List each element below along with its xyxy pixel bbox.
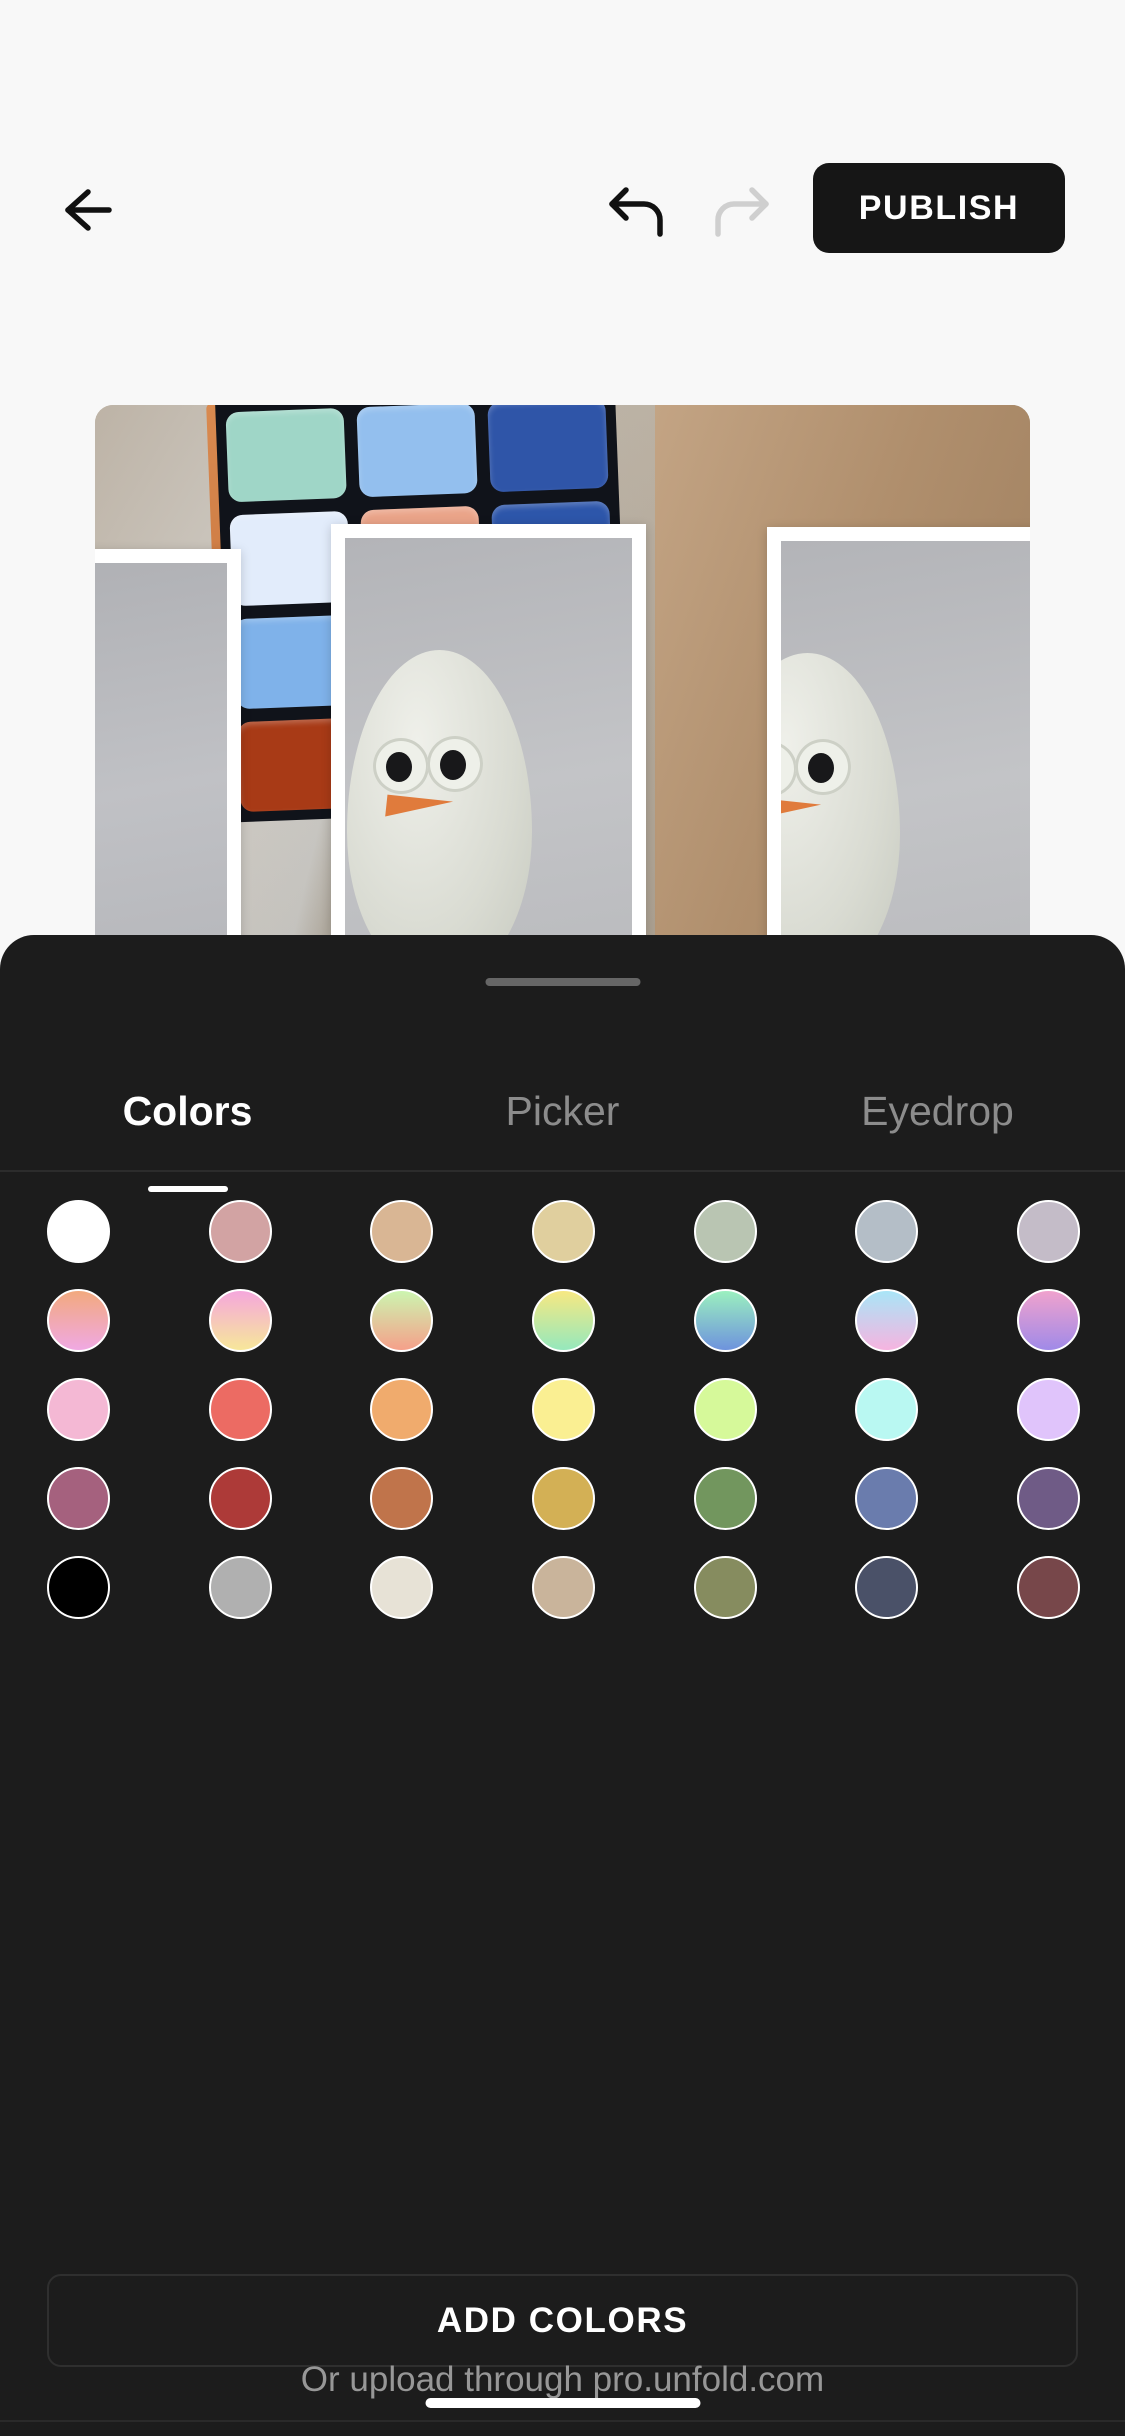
bird-figurine-2 xyxy=(781,623,945,985)
editor-header: PUBLISH xyxy=(0,0,1125,300)
color-swatch-dark-maroon[interactable] xyxy=(1016,1556,1080,1619)
color-swatch-lilac-gray[interactable] xyxy=(1016,1200,1080,1263)
bird-pupil-right xyxy=(440,750,466,780)
color-swatch-light-purple[interactable] xyxy=(1016,1378,1080,1441)
color-swatch-pastel-pink[interactable] xyxy=(47,1378,110,1441)
polaroid-frame-3[interactable] xyxy=(767,527,1030,985)
upload-note: Or upload through pro.unfold.com xyxy=(300,2360,825,2399)
color-swatch-black[interactable] xyxy=(47,1556,110,1619)
sheet-tab-bar: Colors Picker Eyedrop xyxy=(0,1055,1125,1168)
swatch-row xyxy=(47,1378,1080,1441)
swatch-row xyxy=(47,1467,1080,1530)
polaroid-photo-2 xyxy=(345,538,632,985)
polaroid-photo-3 xyxy=(781,541,1030,985)
cube-tile xyxy=(487,405,609,493)
color-swatch-coral-red[interactable] xyxy=(208,1378,272,1441)
add-colors-label: ADD COLORS xyxy=(436,2300,689,2340)
color-swatch-slate-blue[interactable] xyxy=(855,1467,919,1530)
color-swatch-tan[interactable] xyxy=(370,1200,434,1263)
bird-eye-left xyxy=(373,738,429,794)
tab-divider xyxy=(0,1170,1125,1172)
story-canvas-preview[interactable] xyxy=(95,405,1030,985)
polaroid-photo-1 xyxy=(95,563,227,971)
color-swatch-pastel-yellow[interactable] xyxy=(531,1378,595,1441)
color-swatch-orange[interactable] xyxy=(370,1378,434,1441)
bird-eye-right xyxy=(427,736,483,792)
header-back-button[interactable] xyxy=(62,175,152,245)
publish-button[interactable]: PUBLISH xyxy=(813,163,1065,253)
tab-label: Eyedrop xyxy=(861,1088,1014,1134)
cube-tile xyxy=(356,405,478,498)
color-swatch-wheat[interactable] xyxy=(531,1200,595,1263)
bird-pupil-right-2 xyxy=(808,753,834,783)
bird-figurine xyxy=(347,620,577,985)
bird-eye-right-2 xyxy=(795,739,851,795)
color-swatch-mint-blue-gradient[interactable] xyxy=(693,1289,757,1352)
add-colors-button[interactable]: ADD COLORS xyxy=(47,2274,1078,2367)
color-swatch-gold[interactable] xyxy=(531,1467,595,1530)
sheet-bottom-bar: BACKGROUND COLOR xyxy=(0,2420,1125,2436)
color-swatch-terracotta[interactable] xyxy=(370,1467,434,1530)
color-swatch-blue-pink-gradient[interactable] xyxy=(855,1289,919,1352)
home-indicator xyxy=(425,2398,700,2408)
tab-picker[interactable]: Picker xyxy=(375,1055,750,1168)
color-swatch-deep-purple[interactable] xyxy=(1016,1467,1080,1530)
tab-colors[interactable]: Colors xyxy=(0,1055,375,1168)
color-swatch-cream[interactable] xyxy=(370,1556,434,1619)
color-swatch-grid xyxy=(47,1200,1080,1619)
color-swatch-lime[interactable] xyxy=(693,1378,757,1441)
undo-button[interactable] xyxy=(600,172,678,250)
polaroid-frame-2[interactable] xyxy=(331,524,646,985)
swatch-row xyxy=(47,1556,1080,1619)
color-swatch-yellow-mint-gradient[interactable] xyxy=(531,1289,595,1352)
swatch-row xyxy=(47,1289,1080,1352)
bird-beak xyxy=(382,794,454,846)
color-swatch-gray[interactable] xyxy=(208,1556,272,1619)
redo-button[interactable] xyxy=(700,172,778,250)
bird-beak-2 xyxy=(781,797,822,849)
color-swatch-brick-red[interactable] xyxy=(208,1467,272,1530)
color-swatch-moss-green[interactable] xyxy=(693,1467,757,1530)
bird-pupil-left xyxy=(386,752,412,782)
app-root: PUBLISH Colors Picker Eyedrop ADD COLORS… xyxy=(0,0,1125,2436)
tab-label: Colors xyxy=(122,1088,253,1134)
color-swatch-mint-coral-gradient[interactable] xyxy=(370,1289,434,1352)
publish-label: PUBLISH xyxy=(858,188,1020,227)
color-picker-sheet: Colors Picker Eyedrop ADD COLORS Or upload… xyxy=(0,935,1125,2436)
color-swatch-beige[interactable] xyxy=(531,1556,595,1619)
color-swatch-white[interactable] xyxy=(47,1200,110,1263)
color-swatch-pink-purple-gradient[interactable] xyxy=(1016,1289,1080,1352)
undo-arrow-icon xyxy=(600,172,678,250)
tab-label: Picker xyxy=(505,1088,620,1134)
color-swatch-navy-slate[interactable] xyxy=(855,1556,919,1619)
redo-arrow-icon xyxy=(700,172,778,250)
arrow-left-icon xyxy=(62,186,124,234)
color-swatch-blue-gray[interactable] xyxy=(855,1200,919,1263)
color-swatch-mauve[interactable] xyxy=(47,1467,110,1530)
color-swatch-dusty-rose[interactable] xyxy=(208,1200,272,1263)
color-swatch-aqua[interactable] xyxy=(855,1378,919,1441)
color-swatch-sage[interactable] xyxy=(693,1200,757,1263)
color-swatch-olive[interactable] xyxy=(693,1556,757,1619)
color-swatch-pink-yellow-gradient[interactable] xyxy=(208,1289,272,1352)
cube-tile xyxy=(225,407,347,503)
tab-eyedrop[interactable]: Eyedrop xyxy=(750,1055,1125,1168)
swatch-row xyxy=(47,1200,1080,1263)
polaroid-frame-1[interactable] xyxy=(95,549,241,985)
color-swatch-peach-pink-gradient[interactable] xyxy=(47,1289,110,1352)
sheet-drag-handle[interactable] xyxy=(485,978,640,986)
